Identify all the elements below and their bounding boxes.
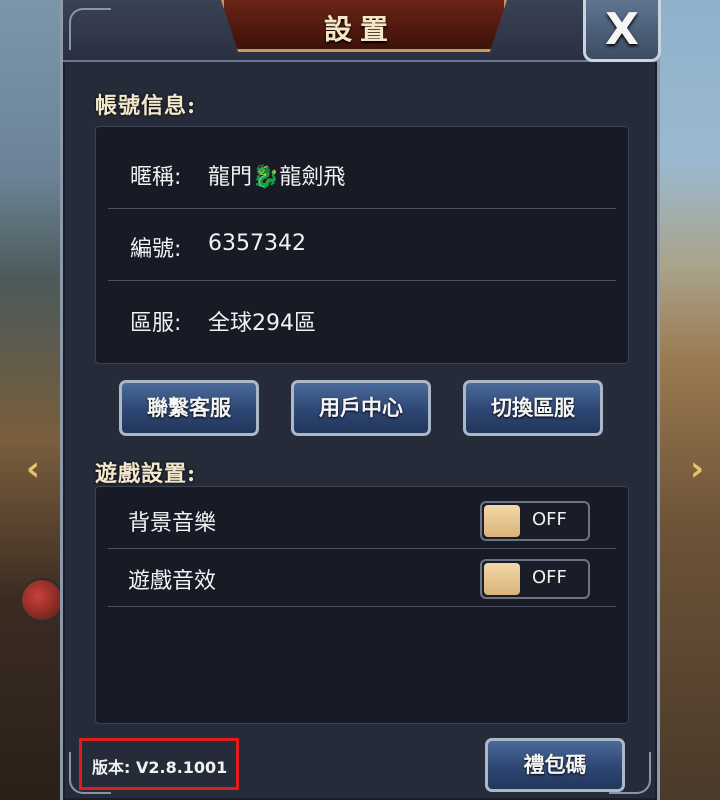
background-left: [0, 0, 62, 800]
nickname-value: 龍門🐉龍劍飛: [208, 165, 346, 190]
setting-row-music: 背景音樂 OFF: [108, 491, 616, 549]
game-settings-box: 背景音樂 OFF 遊戲音效 OFF: [95, 486, 629, 724]
sound-effects-toggle[interactable]: OFF: [480, 559, 590, 599]
info-label: 編號:: [130, 237, 182, 262]
contact-support-button[interactable]: 聯繫客服: [119, 380, 259, 436]
left-arrow-icon[interactable]: ‹: [20, 448, 46, 490]
server-value: 全球294區: [208, 311, 316, 336]
switch-server-button[interactable]: 切換區服: [463, 380, 603, 436]
info-row-nickname: 暱稱: 龍門🐉龍劍飛: [108, 137, 616, 209]
toggle-state: OFF: [532, 567, 567, 588]
info-row-server: 區服: 全球294區: [108, 283, 616, 355]
gift-code-button[interactable]: 禮包碼: [485, 738, 625, 792]
version-text: 版本: V2.8.1001: [92, 758, 228, 777]
toggle-knob: [484, 505, 520, 537]
user-center-button[interactable]: 用戶中心: [291, 380, 431, 436]
account-section-title: 帳號信息:: [95, 93, 197, 119]
info-label: 暱稱:: [130, 165, 182, 190]
account-info-box: 暱稱: 龍門🐉龍劍飛 編號: 6357342 區服: 全球294區: [95, 126, 629, 364]
close-button[interactable]: X: [583, 0, 661, 62]
side-menu-icon[interactable]: [20, 578, 64, 622]
toggle-knob: [484, 563, 520, 595]
setting-label: 遊戲音效: [128, 569, 217, 594]
version-highlight-box: 版本: V2.8.1001: [79, 738, 239, 790]
close-icon: X: [605, 4, 639, 55]
music-toggle[interactable]: OFF: [480, 501, 590, 541]
id-value: 6357342: [208, 231, 306, 256]
page-title: 設置: [323, 13, 396, 46]
setting-label: 背景音樂: [128, 511, 217, 536]
right-arrow-icon[interactable]: ›: [684, 448, 710, 490]
toggle-state: OFF: [532, 509, 567, 530]
setting-row-sfx: 遊戲音效 OFF: [108, 549, 616, 607]
settings-panel: 設置 X 帳號信息: 暱稱: 龍門🐉龍劍飛 編號: 6357342 區服: 全球…: [60, 0, 661, 800]
background-right: [658, 0, 720, 800]
game-settings-section-title: 遊戲設置:: [95, 461, 197, 487]
info-row-id: 編號: 6357342: [108, 209, 616, 281]
info-label: 區服:: [130, 311, 182, 336]
